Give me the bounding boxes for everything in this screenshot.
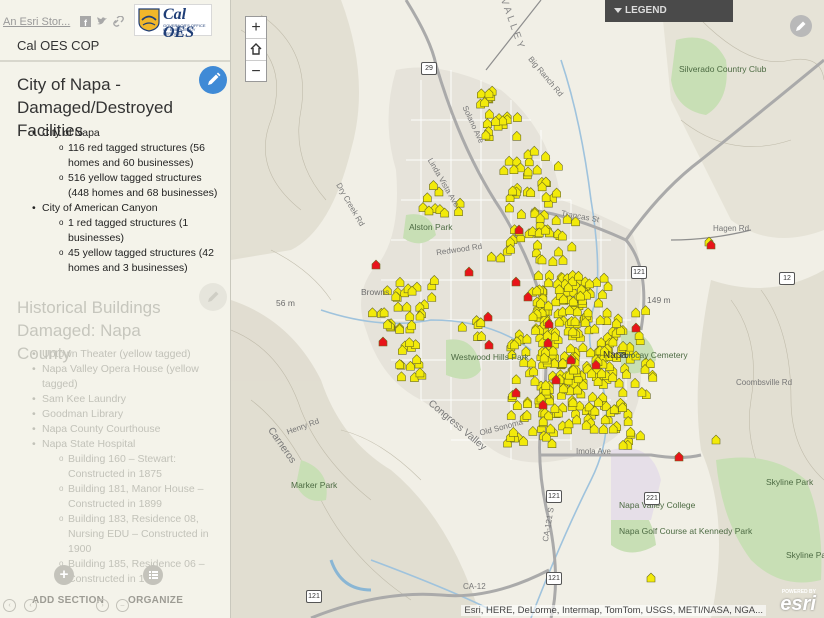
historical-list: Uptown Theater (yellow tagged) Napa Vall… [0, 347, 230, 587]
organize-label[interactable]: ORGANIZE [128, 595, 183, 606]
pencil-icon [796, 21, 806, 31]
list-item: Building 181, Manor House – Constructed … [0, 481, 218, 512]
pencil-icon [208, 72, 221, 85]
twitter-icon[interactable] [96, 16, 107, 27]
list-item: City of Napa [0, 126, 218, 141]
zoom-out-button[interactable]: − [246, 61, 266, 82]
list-item: Building 185, Residence 06 – Constructed… [0, 556, 218, 587]
map-label-marker: Marker Park [291, 480, 338, 490]
road-label-ca12: CA-12 [463, 582, 486, 591]
list-item: Uptown Theater (yellow tagged) [0, 347, 230, 362]
list-item: Building 160 – Stewart: Constructed in 1… [0, 451, 218, 482]
map-label-westwood: Westwood Hills Park [451, 352, 529, 362]
home-button[interactable] [246, 39, 266, 61]
map-label-browns: Browns [361, 287, 390, 297]
highway-shield: 121 [631, 266, 647, 279]
highway-shield: 221 [644, 492, 660, 505]
map-attribution: Esri, HERE, DeLorme, Intermap, TomTom, U… [461, 605, 766, 616]
pencil-icon [208, 291, 219, 302]
list-item: Building 183, Residence 08, Nursing EDU … [0, 511, 218, 557]
nav-first-icon[interactable]: ‹ [24, 599, 37, 612]
map-label-elevation-2: 56 m [276, 298, 295, 308]
highway-shield: 121 [546, 572, 562, 585]
map-label-skyline2: Skyline Park [786, 550, 824, 560]
map-edit-button[interactable] [790, 15, 812, 37]
nav-prev-icon[interactable]: ‹ [3, 599, 16, 612]
highway-shield: 29 [421, 62, 437, 75]
road-label-imola: Imola Ave [576, 447, 611, 456]
map-label-napa-city: Napa [603, 350, 627, 361]
cal-oes-logo: Cal OES GOVERNOR'S OFFICE OF EMERGENCY S… [134, 4, 212, 41]
map-view[interactable]: Silverado Country Club Alston Park Westw… [231, 0, 824, 618]
add-section-button[interactable]: + [54, 565, 74, 585]
road-label-hagen: Hagen Rd [713, 224, 750, 233]
zoom-in-button[interactable]: + [246, 17, 266, 39]
road-label-coombsville: Coombsville Rd [736, 378, 793, 387]
map-label-silverado: Silverado Country Club [679, 64, 766, 74]
list-item: Napa State Hospital [0, 437, 230, 452]
add-section-label[interactable]: ADD SECTION [32, 595, 104, 606]
edit-section-button[interactable] [199, 283, 227, 311]
facilities-list: City of Napa 116 red tagged structures (… [0, 126, 218, 276]
esri-wordmark: esri [780, 593, 816, 615]
esri-logo: POWERED BY esri [770, 589, 816, 615]
list-item: Napa Valley Opera House (yellow tagged) [0, 362, 230, 392]
highway-shield: 121 [546, 490, 562, 503]
facebook-icon[interactable]: f [80, 16, 91, 28]
map-label-napa-golf: Napa Golf Course at Kennedy Park [619, 526, 752, 536]
header-divider [0, 60, 230, 62]
logo-subtext: GOVERNOR'S OFFICE OF EMERGENCY SERVICES [163, 23, 206, 36]
list-item: 116 red tagged structures (56 homes and … [0, 140, 218, 171]
highway-shield: 12 [779, 272, 795, 285]
highway-shield: 121 [306, 590, 322, 603]
map-label-alston: Alston Park [409, 222, 453, 232]
list-item: 1 red tagged structures (1 businesses) [0, 215, 218, 246]
organize-button[interactable] [143, 565, 163, 585]
legend-toggle[interactable]: LEGEND [605, 0, 733, 22]
story-map-sidebar: An Esri Stor... f Cal OES GOVERNOR'S OFF… [0, 0, 231, 618]
list-item: Napa County Courthouse [0, 422, 230, 437]
list-item: 516 yellow tagged structures (448 homes … [0, 170, 218, 201]
map-label-skyline: Skyline Park [766, 477, 814, 487]
home-icon [250, 43, 262, 55]
zoom-control: + − [245, 16, 267, 82]
list-icon [149, 571, 158, 579]
seal-icon [138, 8, 160, 32]
link-icon[interactable] [113, 15, 124, 27]
app-title: Cal OES COP [17, 38, 100, 53]
nav-next-icon[interactable]: › [96, 599, 109, 612]
map-label-elevation-1: 149 m [647, 295, 671, 305]
edit-section-button[interactable] [199, 66, 227, 94]
list-item: Goodman Library [0, 407, 230, 422]
list-item: City of American Canyon [0, 201, 218, 216]
list-item: 45 yellow tagged structures (42 homes an… [0, 245, 218, 276]
esri-story-link[interactable]: An Esri Stor... [3, 16, 70, 28]
sidebar-header: An Esri Stor... f Cal OES GOVERNOR'S OFF… [0, 0, 231, 41]
list-item: Sam Kee Laundry [0, 392, 230, 407]
plus-icon: + [59, 566, 69, 583]
nav-more-icon[interactable]: – [116, 599, 129, 612]
